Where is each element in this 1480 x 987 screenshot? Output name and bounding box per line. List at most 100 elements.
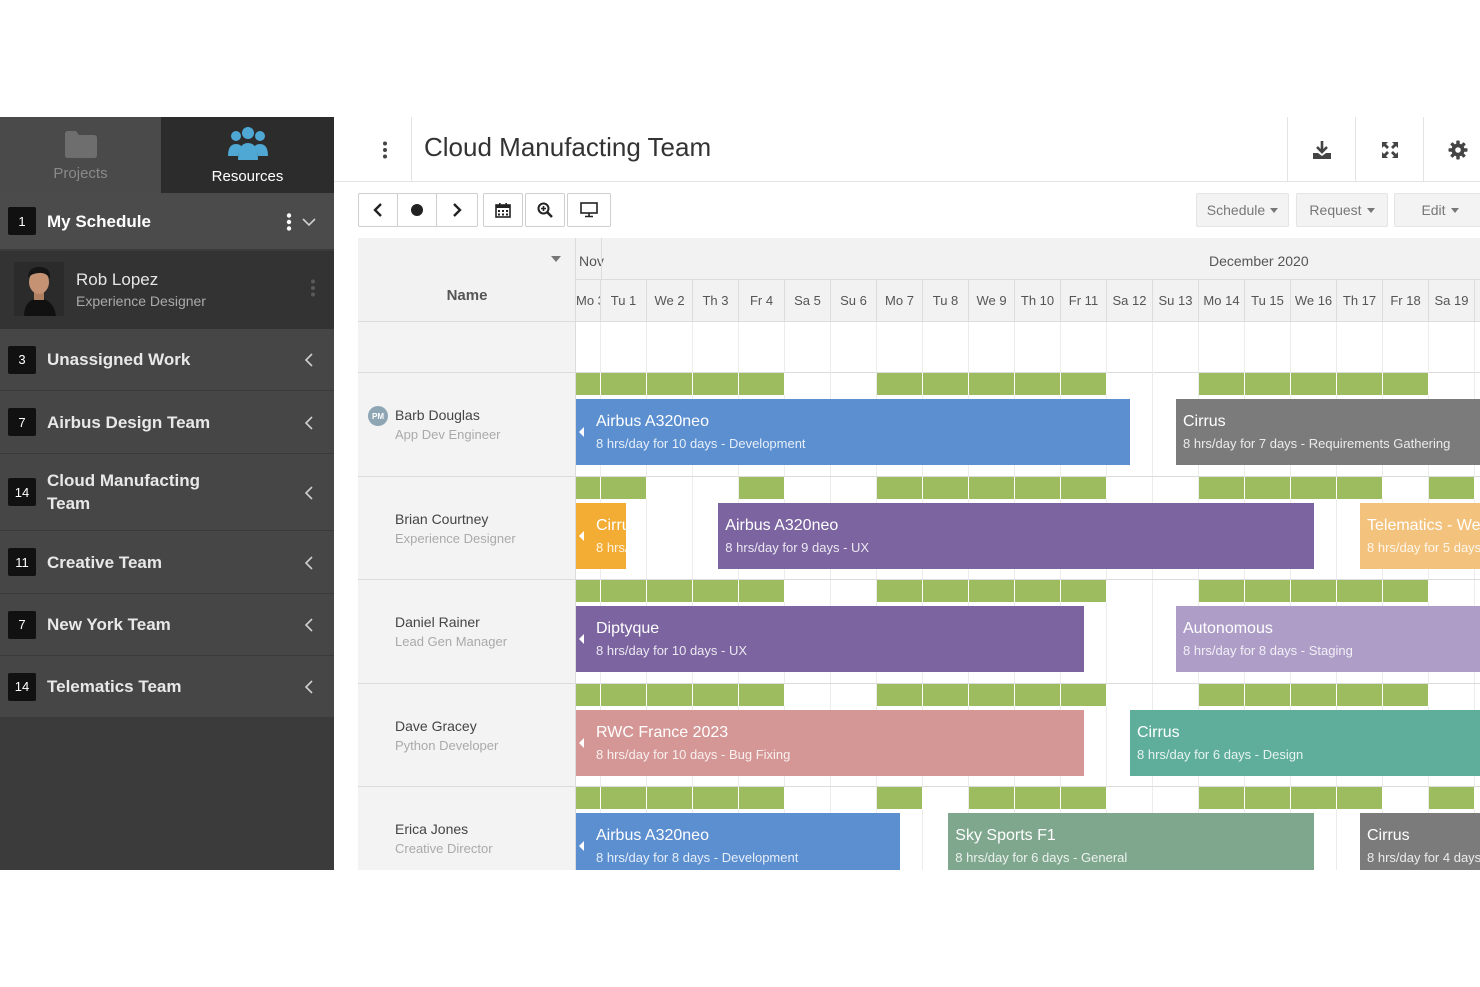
display-button[interactable] bbox=[567, 193, 611, 227]
count-badge: 14 bbox=[8, 478, 36, 506]
schedule-dropdown[interactable]: Schedule bbox=[1196, 193, 1289, 227]
kebab-menu-icon[interactable] bbox=[286, 213, 292, 231]
count-badge: 3 bbox=[8, 345, 36, 374]
day-header-cell: Sa 19 bbox=[1429, 280, 1475, 322]
kebab-menu-icon bbox=[382, 141, 387, 158]
user-role: Experience Designer bbox=[76, 293, 206, 309]
chevron-left-icon[interactable] bbox=[302, 680, 316, 694]
sidebar-item-team[interactable]: 3 Unassigned Work bbox=[0, 329, 334, 391]
folder-icon bbox=[64, 130, 97, 158]
timeline-header: Nov December 2020 Mo 30Tu 1We 2Th 3Fr 4S… bbox=[576, 238, 1480, 322]
availability-block bbox=[1245, 683, 1291, 706]
user-card[interactable]: Rob Lopez Experience Designer bbox=[0, 251, 334, 329]
task-bar[interactable]: Diptyque 8 hrs/day for 10 days - UX bbox=[576, 606, 1084, 672]
zoom-button[interactable] bbox=[525, 193, 565, 227]
sidebar-item-my-schedule[interactable]: 1 My Schedule bbox=[0, 193, 334, 250]
task-bar[interactable]: Autonomous 8 hrs/day for 8 days - Staging bbox=[1176, 606, 1480, 672]
main-panel: Cloud Manufacting Team Schedule Request … bbox=[334, 117, 1480, 870]
chevron-left-icon[interactable] bbox=[302, 415, 316, 430]
availability-block bbox=[601, 476, 647, 499]
availability-block bbox=[1015, 580, 1061, 602]
availability-block bbox=[1429, 787, 1475, 809]
header: Cloud Manufacting Team bbox=[334, 117, 1480, 182]
spacer-row bbox=[358, 322, 1480, 373]
chevron-down-icon[interactable] bbox=[302, 215, 316, 229]
availability-block bbox=[969, 476, 1015, 499]
availability-block bbox=[1199, 683, 1245, 706]
resource-row: Daniel Rainer Lead Gen Manager Diptyque 8 h… bbox=[358, 580, 1480, 684]
edit-dropdown[interactable]: Edit bbox=[1394, 193, 1480, 227]
day-header-cell: Mo 7 bbox=[877, 280, 923, 322]
availability-block bbox=[601, 787, 647, 809]
task-title: Autonomous bbox=[1183, 620, 1273, 637]
task-title: Sky Sports F1 bbox=[955, 827, 1056, 844]
task-bar[interactable]: Airbus A320neo 8 hrs/day for 10 days - De… bbox=[576, 399, 1130, 465]
prev-button[interactable] bbox=[358, 193, 398, 227]
sidebar-item-label: Telematics Team bbox=[47, 677, 182, 696]
day-header-cell: Su 13 bbox=[1153, 280, 1199, 322]
today-button[interactable] bbox=[397, 193, 437, 227]
task-details: 8 hrs/day for 9 days - UX bbox=[725, 539, 870, 555]
kebab-menu-icon[interactable] bbox=[310, 279, 316, 297]
availability-block bbox=[1337, 476, 1383, 499]
fullscreen-button[interactable] bbox=[1355, 117, 1423, 182]
chevron-left-icon[interactable] bbox=[302, 485, 316, 500]
resource-name: Brian Courtney bbox=[395, 510, 489, 527]
sidebar-item-label: New York Team bbox=[47, 615, 171, 634]
resource-role: Experience Designer bbox=[395, 530, 516, 546]
resource-name-cell[interactable]: Brian Courtney Experience Designer bbox=[358, 476, 576, 579]
request-dropdown[interactable]: Request bbox=[1296, 193, 1388, 227]
chevron-left-icon[interactable] bbox=[302, 353, 316, 367]
task-bar[interactable]: Sky Sports F1 8 hrs/day for 6 days - Gene… bbox=[948, 813, 1314, 870]
task-title: Airbus A320neo bbox=[596, 827, 709, 844]
availability-block bbox=[969, 787, 1015, 809]
name-column-header[interactable]: Name bbox=[358, 238, 576, 322]
task-bar[interactable]: Cirrus 8 hrs/day for 7 days - Requirement… bbox=[1176, 399, 1480, 465]
download-button[interactable] bbox=[1287, 117, 1355, 182]
availability-block bbox=[1061, 373, 1107, 395]
download-icon bbox=[1312, 140, 1331, 159]
pm-badge: PM bbox=[368, 406, 388, 426]
task-bar[interactable]: Cirrus 8 hrs/day for 2 days - Design bbox=[576, 502, 627, 569]
settings-button[interactable] bbox=[1423, 117, 1480, 182]
resource-name-cell[interactable]: Dave Gracey Python Developer bbox=[358, 683, 576, 786]
resource-name-cell[interactable]: Daniel Rainer Lead Gen Manager bbox=[358, 580, 576, 683]
availability-block bbox=[647, 683, 693, 706]
chevron-left-icon bbox=[373, 203, 382, 217]
task-bar[interactable]: Airbus A320neo 8 hrs/day for 9 days - UX bbox=[718, 502, 1314, 569]
task-bar[interactable]: Telematics - Web 8 hrs/day for 5 days - D… bbox=[1360, 502, 1480, 569]
availability-block bbox=[1199, 476, 1245, 499]
sidebar-item-team[interactable]: 11 Creative Team bbox=[0, 531, 334, 594]
tab-resources[interactable]: Resources bbox=[161, 117, 334, 193]
calendar-button[interactable] bbox=[483, 193, 523, 227]
edit-dropdown-label: Edit bbox=[1421, 202, 1446, 218]
caret-down-icon[interactable] bbox=[551, 256, 561, 262]
availability-block bbox=[1015, 683, 1061, 706]
task-bar[interactable]: RWC France 2023 8 hrs/day for 10 days - B… bbox=[576, 709, 1084, 776]
count-badge: 7 bbox=[8, 610, 36, 639]
task-bar[interactable]: Airbus A320neo 8 hrs/day for 8 days - Dev… bbox=[576, 813, 900, 870]
chevron-left-icon[interactable] bbox=[302, 555, 316, 570]
tab-projects[interactable]: Projects bbox=[0, 117, 161, 193]
task-title: Cirrus bbox=[1367, 827, 1410, 844]
resource-row: Dave Gracey Python Developer RWC France 20… bbox=[358, 683, 1480, 787]
caret-left-icon bbox=[579, 634, 584, 644]
resource-name-cell[interactable]: Erica Jones Creative Director bbox=[358, 787, 576, 870]
availability-block bbox=[576, 683, 601, 706]
day-header-cell: We 9 bbox=[969, 280, 1015, 322]
next-button[interactable] bbox=[436, 193, 478, 227]
availability-block bbox=[923, 373, 969, 395]
sidebar-item-team[interactable]: 14 Cloud Manufacting Team bbox=[0, 454, 334, 531]
availability-block bbox=[877, 476, 923, 499]
task-bar[interactable]: Cirrus 8 hrs/day for 6 days - Design bbox=[1130, 709, 1480, 776]
sidebar-item-team[interactable]: 7 Airbus Design Team bbox=[0, 391, 334, 454]
more-menu-button[interactable] bbox=[358, 117, 412, 182]
chevron-left-icon[interactable] bbox=[302, 618, 316, 632]
task-title: Diptyque bbox=[596, 620, 660, 637]
task-bar[interactable]: Cirrus 8 hrs/day for 4 days - Design bbox=[1360, 813, 1480, 870]
availability-block bbox=[877, 787, 923, 809]
gear-icon bbox=[1448, 140, 1467, 159]
sidebar-item-team[interactable]: 14 Telematics Team bbox=[0, 656, 334, 718]
sidebar-item-team[interactable]: 7 New York Team bbox=[0, 594, 334, 656]
resource-name-cell[interactable]: PM Barb Douglas App Dev Engineer bbox=[358, 373, 576, 476]
